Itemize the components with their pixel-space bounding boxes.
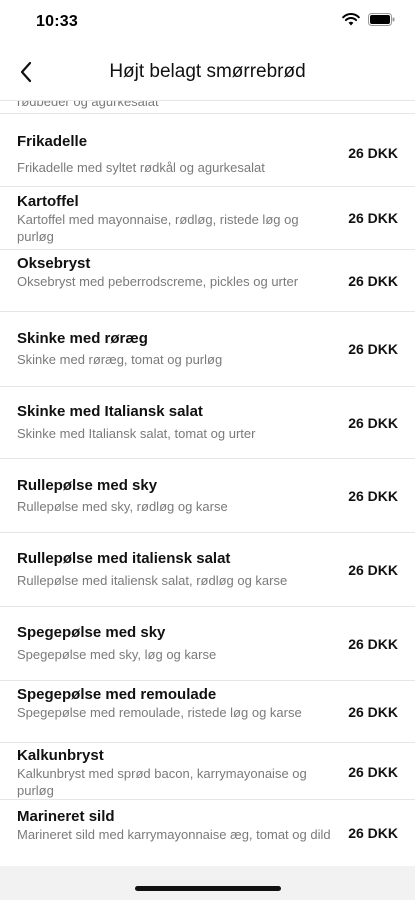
item-description: Oksebryst med peberrodscreme, pickles og… [17,274,299,289]
item-price: 26 DKK [348,704,398,720]
battery-icon [368,13,395,26]
item-description: Rullepølse med italiensk salat, rødløg o… [17,573,288,588]
item-name: Spegepølse med sky [17,624,166,641]
item-price: 26 DKK [348,273,398,289]
item-name: Frikadelle [17,133,88,150]
item-name: Spegepølse med remoulade [17,686,217,703]
menu-item[interactable]: Kalkunbryst Kalkunbryst med sprød bacon,… [0,743,415,800]
partial-item-description: rødbeder og agurkesalat [17,100,159,109]
item-name: Rullepølse med sky [17,477,158,494]
item-name: Kartoffel [17,193,79,210]
item-description: Marineret sild med karrymayonnaise æg, t… [17,827,331,842]
item-name: Skinke med Italiansk salat [17,403,203,420]
page-title: Højt belagt smørrebrød [109,61,306,82]
item-name: Oksebryst [17,255,91,272]
item-description: Spegepølse med sky, løg og karse [17,647,217,662]
menu-item[interactable]: Frikadelle Frikadelle med syltet rødkål … [0,114,415,187]
item-description: Kalkunbryst med sprød bacon, karrymayona… [17,766,307,798]
item-price: 26 DKK [348,825,398,841]
item-price: 26 DKK [348,488,398,504]
menu-item[interactable]: Marineret sild Marineret sild med karrym… [0,800,415,866]
status-time: 10:33 [36,13,78,30]
home-indicator[interactable] [135,886,281,891]
item-name: Kalkunbryst [17,747,104,764]
item-description: Spegepølse med remoulade, ristede løg og… [17,705,302,720]
menu-item[interactable]: Skinke med Italiansk salat Skinke med It… [0,387,415,459]
menu-item[interactable]: Oksebryst Oksebryst med peberrodscreme, … [0,250,415,312]
bottom-safe-area [0,866,415,900]
wifi-icon [342,13,360,26]
menu-item[interactable]: Rullepølse med italiensk salat Rullepøls… [0,533,415,607]
status-icons [342,13,395,26]
navigation-bar: Højt belagt smørrebrød [0,44,415,101]
item-price: 26 DKK [348,145,398,161]
menu-item[interactable]: Skinke med røræg Skinke med røræg, tomat… [0,312,415,387]
item-name: Skinke med røræg [17,330,148,347]
menu-item[interactable]: Spegepølse med remoulade Spegepølse med … [0,681,415,743]
item-name: Rullepølse med italiensk salat [17,550,231,567]
item-description: Skinke med Italiansk salat, tomat og urt… [17,426,256,441]
item-description: Kartoffel med mayonnaise, rødløg, risted… [17,212,299,244]
item-price: 26 DKK [348,415,398,431]
item-price: 26 DKK [348,636,398,652]
item-price: 26 DKK [348,764,398,780]
item-price: 26 DKK [348,562,398,578]
menu-item[interactable]: Kartoffel Kartoffel med mayonnaise, rødl… [0,187,415,250]
menu-item[interactable]: Rullepølse med sky Rullepølse med sky, r… [0,459,415,533]
item-description: Frikadelle med syltet rødkål og agurkesa… [17,160,265,175]
item-description: Rullepølse med sky, rødløg og karse [17,499,228,514]
item-price: 26 DKK [348,341,398,357]
menu-item[interactable]: Spegepølse med sky Spegepølse med sky, l… [0,607,415,681]
status-bar: 10:33 [0,0,415,44]
item-price: 26 DKK [348,210,398,226]
item-name: Marineret sild [17,808,115,825]
menu-list[interactable]: rødbeder og agurkesalat Frikadelle Frika… [0,100,415,866]
item-description: Skinke med røræg, tomat og purløg [17,352,223,367]
